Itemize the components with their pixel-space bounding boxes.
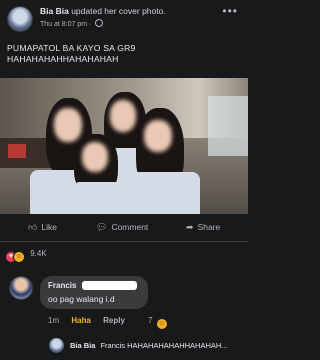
comment-icon: 💬︎: [96, 222, 108, 232]
cover-photo[interactable]: [0, 78, 248, 214]
reply-text: Francis HAHAHAHAHAHHAHAHAH...: [100, 341, 228, 350]
post-caption: PUMAPATOL BA KAYO SA GR9 HAHAHAHAHHAHAHA…: [7, 43, 242, 65]
commenter-avatar[interactable]: [9, 276, 33, 300]
like-button[interactable]: 👍︎ Like: [28, 222, 57, 233]
redaction-blot: [82, 281, 137, 290]
comment-reply-button[interactable]: Reply: [103, 316, 125, 325]
comment-button[interactable]: 💬︎ Comment: [96, 222, 148, 233]
post-timestamp[interactable]: Thu at 8:07 pm ·: [40, 21, 91, 28]
photo-window: [208, 96, 248, 156]
reaction-summary[interactable]: ♥ ☺ 9.4K: [6, 249, 47, 263]
author-avatar[interactable]: [7, 6, 33, 32]
comment-text: oo pag walang i.d: [48, 294, 115, 304]
reaction-count: 9.4K: [30, 249, 47, 258]
photo-person-3: [130, 108, 200, 214]
comment-time: 1m: [48, 316, 60, 325]
author-name[interactable]: Bia Bia: [40, 6, 69, 16]
reply-preview[interactable]: Bia Bia Francis HAHAHAHAHAHHAHAHAH...: [70, 341, 242, 350]
comment-reaction-count[interactable]: 7 ☺: [148, 316, 168, 330]
more-options-icon[interactable]: •••: [222, 4, 238, 18]
caption-line-2: HAHAHAHAHHAHAHAHAH: [7, 54, 119, 64]
reply-author-avatar[interactable]: [49, 338, 64, 353]
comment-bubble: Francis oo pag walang i.d: [40, 276, 148, 309]
caption-line-1: PUMAPATOL BA KAYO SA GR9: [7, 43, 136, 53]
photo-person-4: [70, 134, 126, 214]
post-action-bar: 👍︎ Like 💬︎ Comment ➦ Share: [0, 216, 248, 242]
thumbs-up-icon: 👍︎: [28, 222, 38, 232]
author-line: Bia Bia updated her cover photo.: [40, 6, 166, 16]
post-meta: Thu at 8:07 pm ·: [40, 19, 104, 28]
share-label: Share: [197, 222, 221, 232]
commenter-name[interactable]: Francis: [48, 281, 76, 290]
haha-icon: ☺: [13, 251, 25, 263]
photo-red-object: [8, 144, 26, 158]
post-action-text: updated her cover photo.: [71, 6, 166, 16]
like-label: Like: [41, 222, 57, 232]
globe-icon: [95, 19, 104, 27]
share-icon: ➦: [186, 222, 194, 232]
haha-icon: ☺: [155, 318, 168, 330]
comment-label: Comment: [111, 222, 149, 232]
post-header: Bia Bia updated her cover photo. Thu at …: [0, 0, 248, 36]
share-button[interactable]: ➦ Share: [186, 222, 220, 233]
reply-author: Bia Bia: [70, 341, 96, 350]
comment-reaction-number: 7: [148, 316, 153, 325]
comment-haha-button[interactable]: Haha: [71, 316, 91, 325]
comment-actions: 1m Haha Reply: [48, 316, 135, 325]
